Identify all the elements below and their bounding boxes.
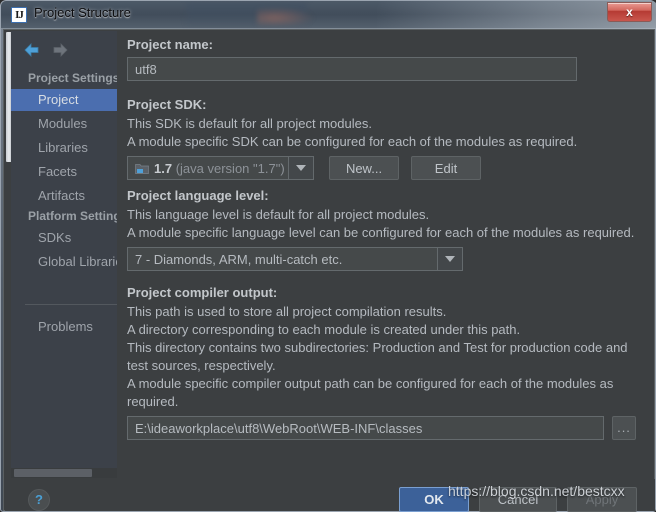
intellij-idea-icon-glyph: IJ bbox=[15, 9, 24, 21]
language-level-value: 7 - Diamonds, ARM, multi-catch etc. bbox=[135, 252, 343, 267]
sidebar-item-label: Artifacts bbox=[38, 188, 85, 203]
sdk-folder-icon bbox=[135, 164, 149, 174]
language-level-combobox[interactable]: 7 - Diamonds, ARM, multi-catch etc. bbox=[127, 247, 463, 271]
compiler-output-desc-line-4: test sources, respectively. bbox=[127, 358, 276, 373]
project-sdk-detail: (java version "1.7") bbox=[175, 161, 285, 176]
sidebar-group-platform-settings: Platform Settings bbox=[28, 209, 117, 223]
browse-output-path-button[interactable]: ... bbox=[612, 416, 636, 440]
sidebar-item-global-libraries[interactable]: Global Libraries bbox=[11, 251, 117, 273]
sidebar-divider bbox=[25, 304, 117, 305]
project-structure-window: IJ Project Structure x Project Settings … bbox=[0, 0, 656, 512]
compiler-output-path-input[interactable] bbox=[127, 416, 604, 440]
project-sdk-dropdown-arrow[interactable] bbox=[288, 157, 313, 179]
sidebar-item-label: Facets bbox=[38, 164, 78, 179]
project-sdk-version: 1.7 bbox=[154, 161, 173, 176]
sidebar-item-label: Problems bbox=[38, 319, 93, 334]
dialog-footer: ? OK Cancel Apply bbox=[5, 479, 655, 512]
close-icon: x bbox=[626, 5, 633, 19]
project-sdk-value: 1.7 (java version "1.7") bbox=[154, 157, 285, 179]
project-name-input[interactable] bbox=[127, 57, 577, 81]
arrow-left-icon bbox=[24, 43, 39, 57]
cancel-button[interactable]: Cancel bbox=[479, 487, 557, 512]
sidebar-item-project[interactable]: Project bbox=[11, 89, 117, 111]
help-button[interactable]: ? bbox=[28, 489, 50, 511]
sidebar-item-libraries[interactable]: Libraries bbox=[11, 137, 117, 159]
back-arrow-icon[interactable] bbox=[23, 42, 41, 58]
compiler-output-desc-line-5: A module specific compiler output path c… bbox=[127, 376, 614, 391]
sidebar-item-artifacts[interactable]: Artifacts bbox=[11, 185, 117, 207]
compiler-output-desc-line-1: This path is used to store all project c… bbox=[127, 304, 447, 319]
sidebar-item-facets[interactable]: Facets bbox=[11, 161, 117, 183]
project-settings-pane: Project name: Project SDK: This SDK is d… bbox=[117, 31, 647, 478]
project-sdk-combobox[interactable]: 1.7 (java version "1.7") bbox=[127, 156, 314, 180]
window-title: Project Structure bbox=[34, 5, 131, 20]
language-level-desc-line-1: This language level is default for all p… bbox=[127, 207, 430, 222]
ellipsis-icon: ... bbox=[617, 420, 631, 435]
dialog-body: Project Settings Project Modules Librari… bbox=[3, 29, 655, 512]
help-icon: ? bbox=[35, 492, 43, 507]
sidebar-group-project-settings: Project Settings bbox=[28, 71, 117, 85]
sidebar-item-label: Project bbox=[38, 92, 79, 107]
apply-button[interactable]: Apply bbox=[567, 487, 637, 512]
project-sdk-desc-line-1: This SDK is default for all project modu… bbox=[127, 116, 372, 131]
language-level-dropdown-arrow[interactable] bbox=[437, 248, 462, 270]
chevron-down-icon bbox=[296, 165, 306, 171]
settings-sidebar: Project Settings Project Modules Librari… bbox=[11, 31, 117, 473]
intellij-idea-icon: IJ bbox=[11, 7, 27, 23]
language-level-desc-line-2: A module specific language level can be … bbox=[127, 225, 635, 240]
compiler-output-desc-line-2: A directory corresponding to each module… bbox=[127, 322, 521, 337]
chevron-down-icon bbox=[445, 256, 455, 262]
titlebar-background-blur bbox=[187, 3, 307, 25]
new-sdk-button[interactable]: New... bbox=[329, 156, 399, 180]
sidebar-item-label: Libraries bbox=[38, 140, 88, 155]
project-name-label: Project name: bbox=[127, 37, 213, 52]
sidebar-item-label: Global Libraries bbox=[38, 254, 117, 269]
project-sdk-desc-line-2: A module specific SDK can be configured … bbox=[127, 134, 578, 149]
project-sdk-label: Project SDK: bbox=[127, 97, 207, 112]
ok-button[interactable]: OK bbox=[399, 487, 469, 512]
sidebar-item-label: SDKs bbox=[38, 230, 72, 245]
close-button[interactable]: x bbox=[607, 2, 652, 22]
compiler-output-desc-line-6: required. bbox=[127, 394, 179, 409]
sidebar-item-sdks[interactable]: SDKs bbox=[11, 227, 117, 249]
arrow-right-icon bbox=[53, 43, 68, 57]
compiler-output-label: Project compiler output: bbox=[127, 285, 278, 300]
sidebar-item-problems[interactable]: Problems bbox=[11, 316, 117, 338]
language-level-label: Project language level: bbox=[127, 188, 269, 203]
sidebar-navigation bbox=[19, 39, 109, 63]
forward-arrow-icon[interactable] bbox=[51, 42, 69, 58]
edit-sdk-button[interactable]: Edit bbox=[411, 156, 481, 180]
window-titlebar[interactable]: IJ Project Structure x bbox=[1, 1, 656, 29]
sidebar-horizontal-scrollbar-thumb[interactable] bbox=[14, 469, 92, 477]
sidebar-item-modules[interactable]: Modules bbox=[11, 113, 117, 135]
sidebar-item-label: Modules bbox=[38, 116, 88, 131]
titlebar-background-blur-2 bbox=[257, 7, 315, 25]
compiler-output-desc-line-3: This directory contains two subdirectori… bbox=[127, 340, 628, 355]
